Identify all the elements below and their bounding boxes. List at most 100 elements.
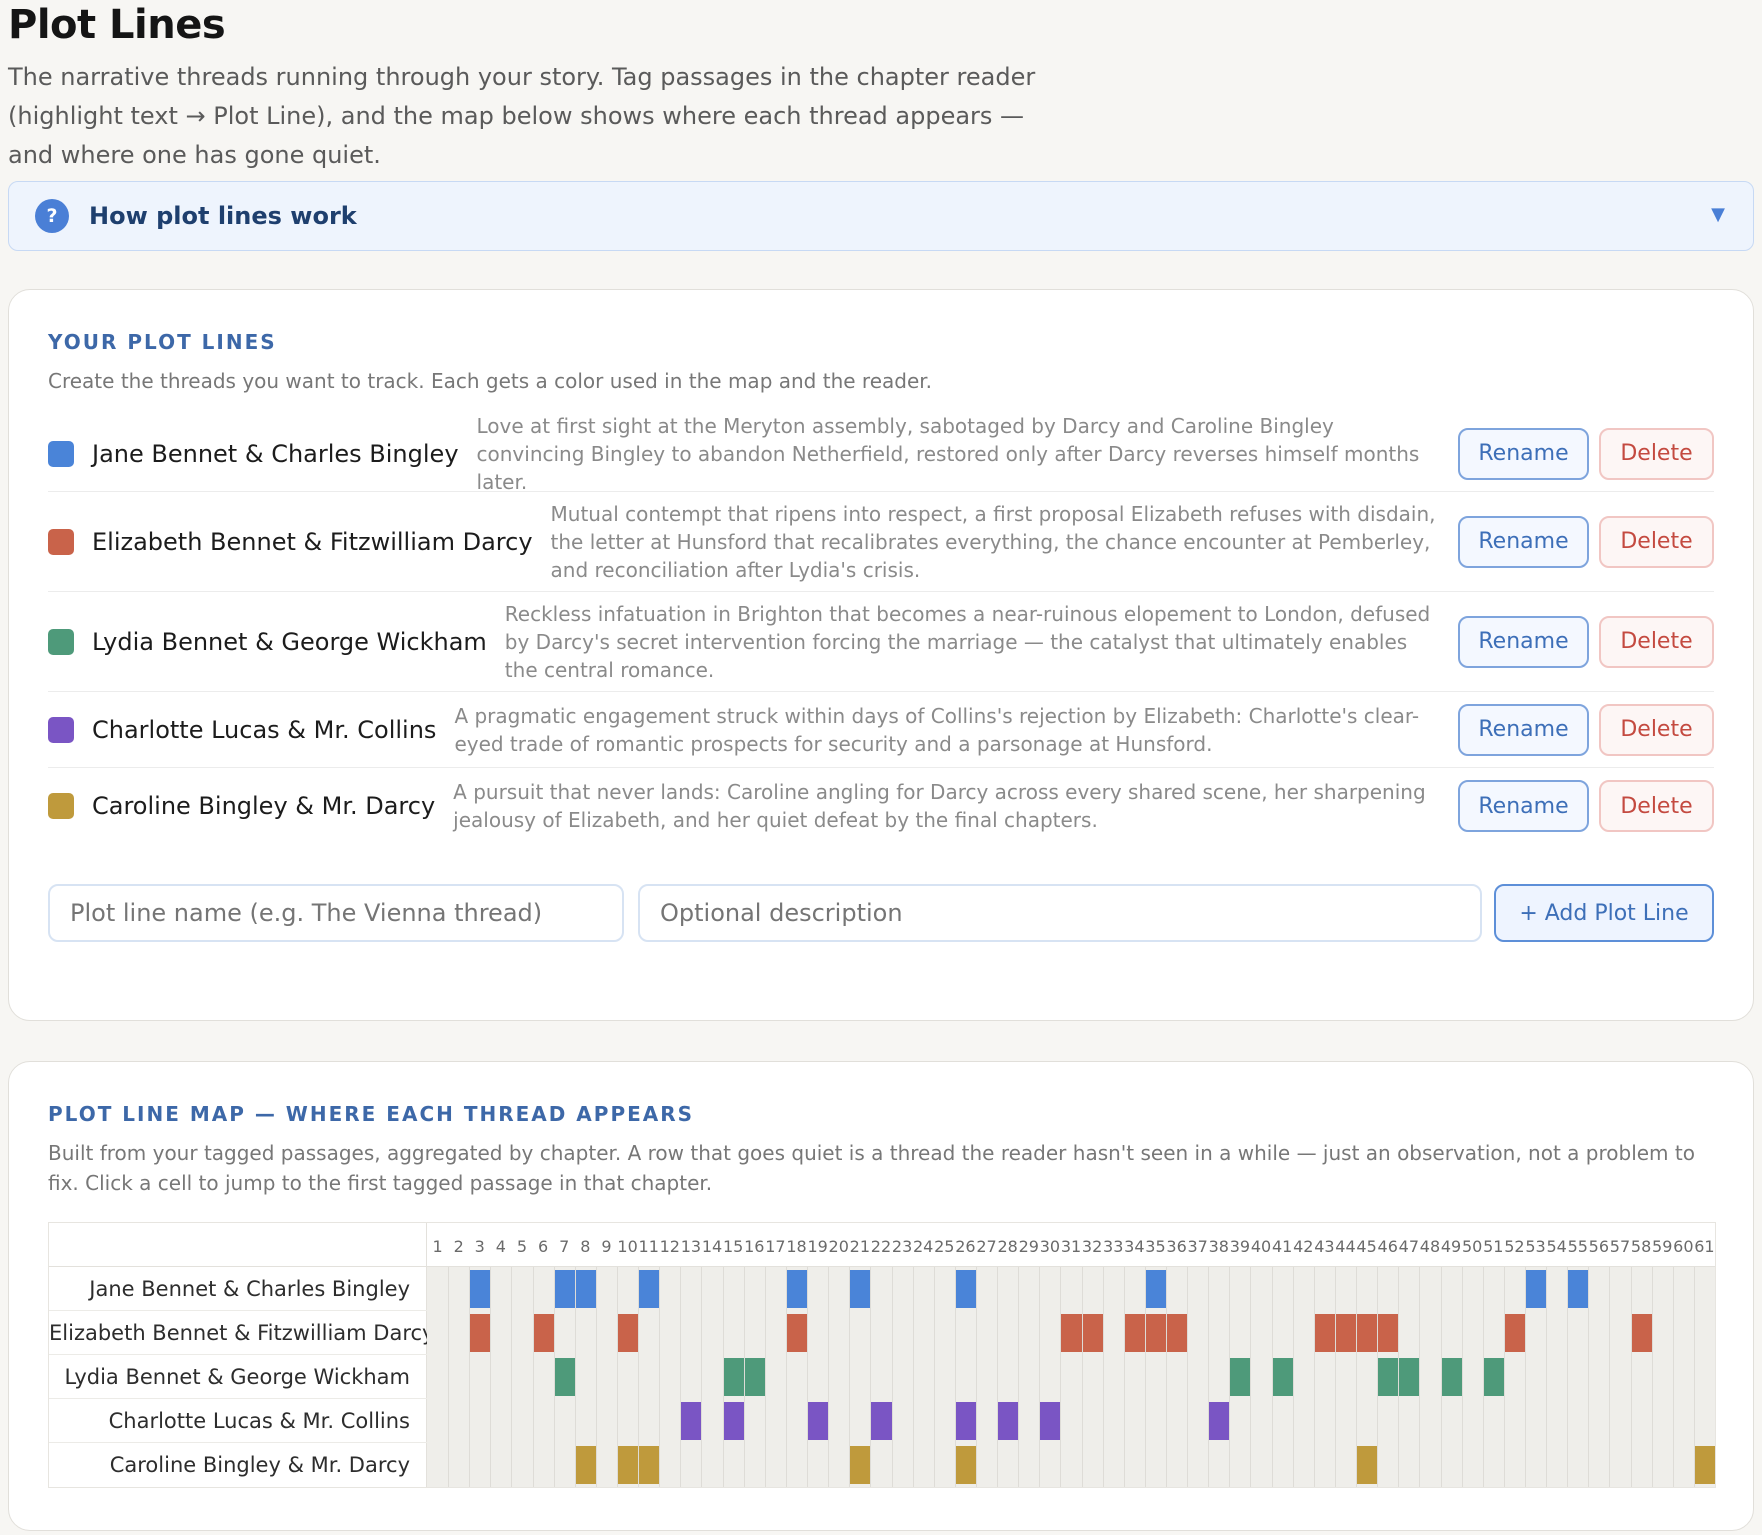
map-cell-chapter-3[interactable] xyxy=(470,1314,491,1352)
chevron-down-icon[interactable]: ▼ xyxy=(1711,204,1725,225)
map-cell-chapter-11[interactable] xyxy=(639,1446,660,1484)
color-swatch[interactable] xyxy=(48,440,74,467)
map-cell-chapter-61[interactable] xyxy=(1694,1446,1715,1484)
map-cell-chapter-26[interactable] xyxy=(955,1402,976,1440)
rename-button[interactable]: Rename xyxy=(1458,427,1589,480)
map-cell-chapter-18[interactable] xyxy=(786,1314,808,1352)
map-cell-chapter-46[interactable] xyxy=(1378,1358,1399,1396)
map-cell-chapter-6[interactable] xyxy=(533,1314,554,1352)
map-cell-chapter-32[interactable] xyxy=(1082,1314,1103,1352)
grid-line xyxy=(1229,1267,1231,1311)
grid-line xyxy=(1377,1443,1379,1487)
grid-line xyxy=(722,1443,724,1487)
chapter-number: 56 xyxy=(1588,1237,1610,1256)
grid-line xyxy=(1334,1267,1336,1311)
map-cell-chapter-41[interactable] xyxy=(1272,1358,1293,1396)
map-cell-chapter-7[interactable] xyxy=(554,1270,575,1308)
map-cell-chapter-21[interactable] xyxy=(850,1270,871,1308)
map-cell-chapter-11[interactable] xyxy=(639,1270,660,1308)
map-cell-chapter-7[interactable] xyxy=(554,1358,575,1396)
grid-line xyxy=(1440,1311,1442,1355)
delete-button[interactable]: Delete xyxy=(1599,515,1714,568)
rename-button[interactable]: Rename xyxy=(1458,780,1589,832)
map-cell-chapter-44[interactable] xyxy=(1335,1314,1357,1352)
grid-line xyxy=(1144,1355,1146,1399)
map-cell-chapter-21[interactable] xyxy=(850,1446,871,1484)
map-cell-chapter-10[interactable] xyxy=(618,1314,639,1352)
grid-line xyxy=(1377,1399,1379,1443)
grid-line xyxy=(933,1311,935,1355)
map-cell-chapter-35[interactable] xyxy=(1145,1314,1166,1352)
map-cell-chapter-53[interactable] xyxy=(1525,1270,1547,1308)
map-cell-chapter-15[interactable] xyxy=(723,1402,744,1440)
map-cell-chapter-34[interactable] xyxy=(1124,1314,1145,1352)
plot-line-description-input[interactable] xyxy=(638,884,1482,942)
color-swatch[interactable] xyxy=(48,793,74,819)
map-cell-chapter-39[interactable] xyxy=(1230,1358,1251,1396)
map-cell-chapter-8[interactable] xyxy=(575,1270,596,1308)
chapter-number: 36 xyxy=(1166,1237,1187,1256)
map-cell-chapter-3[interactable] xyxy=(470,1270,491,1308)
rename-button[interactable]: Rename xyxy=(1458,615,1589,668)
plot-line-name: Charlotte Lucas & Mr. Collins xyxy=(92,715,437,744)
grid-line xyxy=(1229,1311,1231,1355)
add-plot-line-button[interactable]: + Add Plot Line xyxy=(1494,884,1714,942)
delete-button[interactable]: Delete xyxy=(1599,427,1714,480)
color-swatch[interactable] xyxy=(48,716,74,743)
color-swatch[interactable] xyxy=(48,628,74,655)
grid-line xyxy=(1461,1443,1463,1487)
map-cell-chapter-45[interactable] xyxy=(1357,1446,1378,1484)
map-cell-chapter-36[interactable] xyxy=(1167,1314,1188,1352)
grid-line xyxy=(997,1267,999,1311)
map-cell-chapter-16[interactable] xyxy=(744,1358,765,1396)
grid-line xyxy=(659,1399,661,1443)
map-cell-chapter-43[interactable] xyxy=(1314,1314,1335,1352)
grid-line xyxy=(1651,1267,1653,1311)
map-cell-chapter-13[interactable] xyxy=(681,1402,702,1440)
grid-line xyxy=(1524,1399,1526,1443)
grid-line xyxy=(1208,1443,1210,1487)
chapter-number: 20 xyxy=(828,1237,849,1256)
help-disclosure[interactable]: ? How plot lines work ▼ xyxy=(8,181,1754,251)
map-cell-chapter-8[interactable] xyxy=(575,1446,596,1484)
grid-line xyxy=(1672,1355,1674,1399)
grid-line xyxy=(807,1311,809,1355)
delete-button[interactable]: Delete xyxy=(1599,615,1714,668)
plot-line-name-input[interactable] xyxy=(48,884,624,942)
map-cell-chapter-38[interactable] xyxy=(1209,1402,1230,1440)
map-cell-chapter-26[interactable] xyxy=(955,1270,976,1308)
map-cell-chapter-31[interactable] xyxy=(1061,1314,1082,1352)
map-cell-chapter-18[interactable] xyxy=(786,1270,808,1308)
map-cell-chapter-51[interactable] xyxy=(1483,1358,1504,1396)
chapter-number: 15 xyxy=(722,1237,744,1256)
map-cell-chapter-28[interactable] xyxy=(998,1402,1019,1440)
map-cell-chapter-47[interactable] xyxy=(1399,1358,1420,1396)
map-cell-chapter-10[interactable] xyxy=(618,1446,639,1484)
map-cell-chapter-52[interactable] xyxy=(1504,1314,1525,1352)
chapter-number: 11 xyxy=(638,1237,659,1256)
grid-line xyxy=(1081,1443,1083,1487)
delete-button[interactable]: Delete xyxy=(1599,703,1714,756)
map-cell-chapter-22[interactable] xyxy=(871,1402,892,1440)
rename-button[interactable]: Rename xyxy=(1458,515,1589,568)
chapter-number: 46 xyxy=(1377,1237,1398,1256)
map-cell-chapter-49[interactable] xyxy=(1441,1358,1462,1396)
map-cell-chapter-45[interactable] xyxy=(1357,1314,1378,1352)
map-cell-chapter-15[interactable] xyxy=(723,1358,744,1396)
grid-line xyxy=(595,1267,597,1311)
color-swatch[interactable] xyxy=(48,528,74,555)
map-cell-chapter-58[interactable] xyxy=(1631,1314,1652,1352)
delete-button[interactable]: Delete xyxy=(1599,780,1714,832)
map-cell-chapter-30[interactable] xyxy=(1040,1402,1061,1440)
rename-button[interactable]: Rename xyxy=(1458,703,1589,756)
map-cell-chapter-35[interactable] xyxy=(1145,1270,1166,1308)
chapter-number: 58 xyxy=(1630,1237,1652,1256)
map-cell-chapter-55[interactable] xyxy=(1568,1270,1589,1308)
grid-line xyxy=(1524,1311,1526,1355)
grid-line xyxy=(1166,1355,1168,1399)
map-cell-chapter-26[interactable] xyxy=(955,1446,976,1484)
plot-line-row: Jane Bennet & Charles Bingley Love at fi… xyxy=(48,414,1714,494)
map-cell-chapter-46[interactable] xyxy=(1378,1314,1399,1352)
grid-line xyxy=(532,1355,534,1399)
map-cell-chapter-19[interactable] xyxy=(808,1402,829,1440)
